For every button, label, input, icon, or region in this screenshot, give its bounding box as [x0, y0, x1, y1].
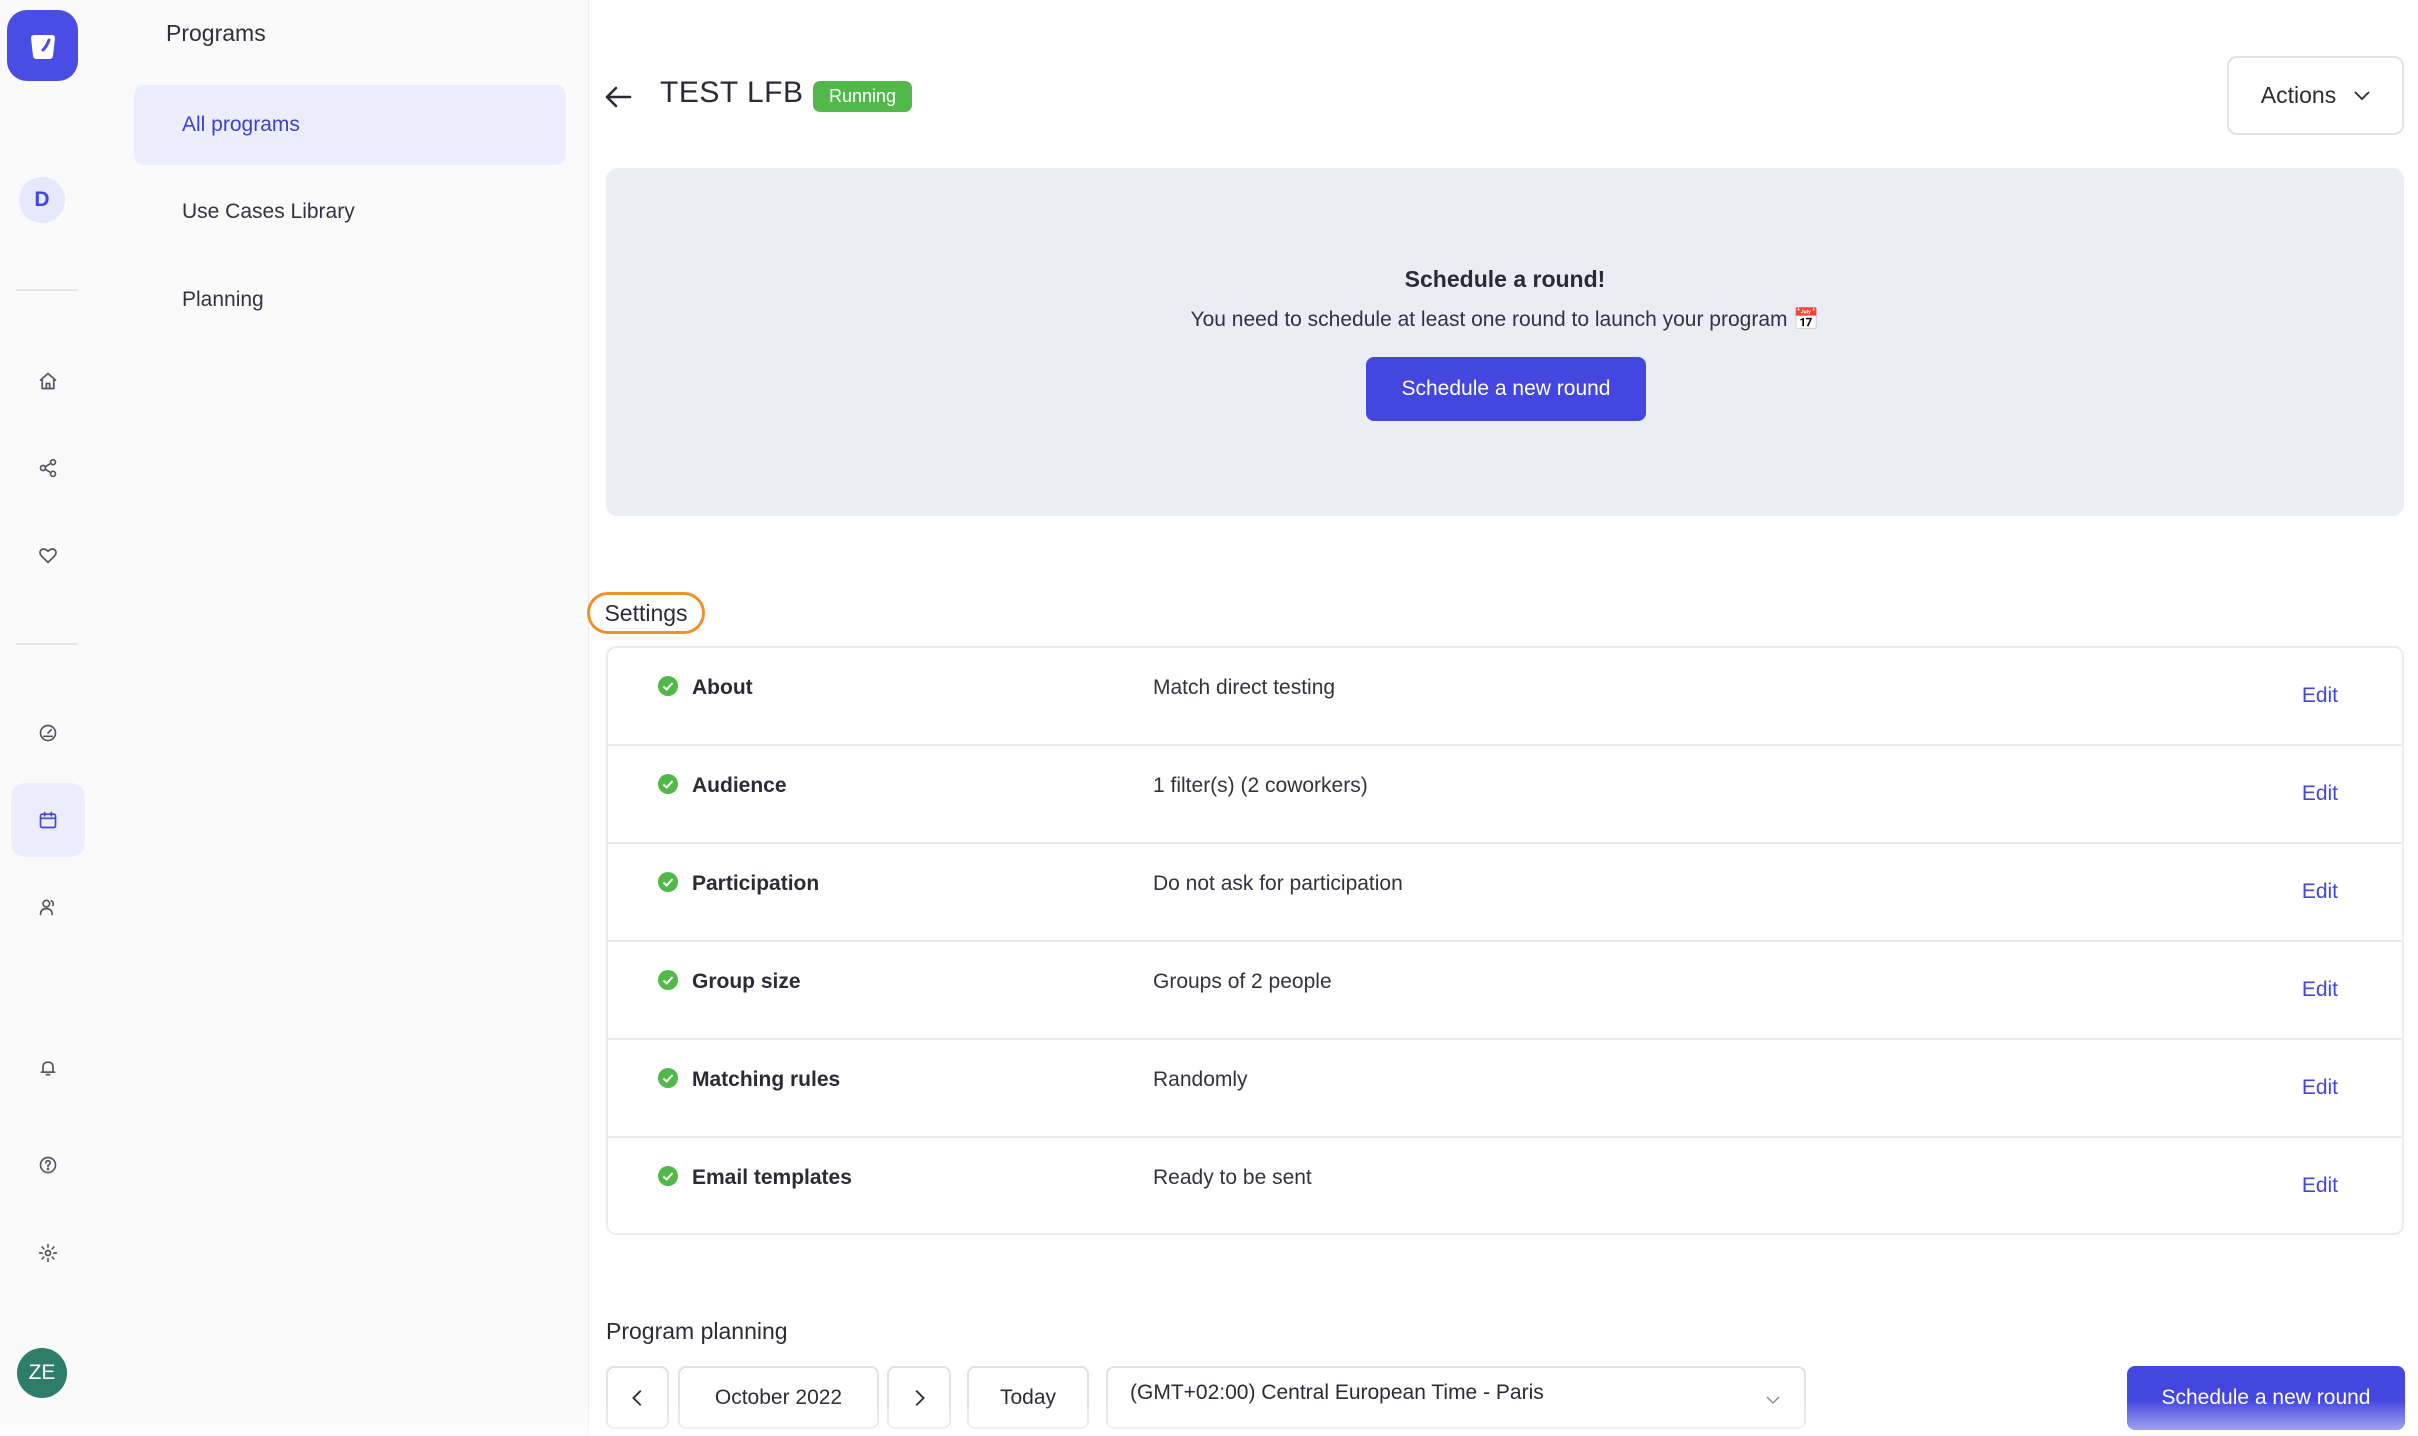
check-circle-icon — [658, 1068, 678, 1088]
status-badge: Running — [813, 81, 913, 112]
setting-row-about: About Match direct testing Edit — [608, 648, 2402, 746]
cup-logo-icon — [30, 34, 55, 59]
setting-value: Match direct testing — [1153, 676, 1336, 699]
edit-link[interactable]: Edit — [2302, 880, 2338, 904]
prev-month-button[interactable] — [606, 1366, 669, 1429]
edit-link[interactable]: Edit — [2302, 1076, 2338, 1100]
chevron-down-icon — [2354, 90, 2370, 100]
setting-name: Audience — [692, 774, 787, 797]
chevron-down-icon — [1766, 1396, 1780, 1405]
home-icon — [39, 372, 57, 390]
banner-title: Schedule a round! — [1404, 266, 1606, 292]
rail-settings[interactable] — [11, 1216, 85, 1290]
setting-value: Groups of 2 people — [1153, 970, 1332, 993]
setting-row-email-templates: Email templates Ready to be sent Edit — [608, 1138, 2402, 1236]
nav-item-all-programs[interactable]: All programs — [134, 85, 566, 165]
check-circle-icon — [658, 872, 678, 892]
nav-item-planning[interactable]: Planning — [134, 260, 566, 340]
rail-people[interactable] — [11, 870, 85, 944]
setting-name: Email templates — [692, 1166, 852, 1189]
timezone-select[interactable]: (GMT+02:00) Central European Time - Pari… — [1106, 1366, 1806, 1429]
today-button[interactable]: Today — [967, 1366, 1089, 1429]
app-logo[interactable] — [7, 10, 78, 81]
rail-divider — [16, 643, 78, 645]
programs-panel: Programs All programs Use Cases Library … — [108, 0, 589, 1436]
setting-value: Randomly — [1153, 1068, 1248, 1091]
rail-favorites[interactable] — [11, 518, 85, 592]
rail-divider — [16, 289, 78, 291]
gauge-icon — [39, 724, 57, 742]
setting-value: 1 filter(s) (2 coworkers) — [1153, 774, 1368, 797]
people-icon — [39, 899, 55, 916]
share-icon — [39, 458, 57, 478]
rail-share[interactable] — [11, 431, 85, 505]
banner-text: You need to schedule at least one round … — [1190, 308, 1820, 331]
setting-value: Ready to be sent — [1153, 1166, 1312, 1189]
user-avatar[interactable]: ZE — [17, 1348, 67, 1398]
workspace-avatar[interactable]: D — [19, 177, 65, 223]
setting-row-matching-rules: Matching rules Randomly Edit — [608, 1040, 2402, 1138]
settings-heading-label: Settings — [604, 599, 688, 626]
edit-link[interactable]: Edit — [2302, 684, 2338, 708]
edit-link[interactable]: Edit — [2302, 782, 2338, 806]
settings-list: About Match direct testing Edit Audience… — [606, 646, 2404, 1235]
actions-label: Actions — [2260, 82, 2337, 108]
edit-link[interactable]: Edit — [2302, 1174, 2338, 1198]
setting-row-participation: Participation Do not ask for participati… — [608, 844, 2402, 942]
schedule-round-button-bottom[interactable]: Schedule a new round — [2127, 1366, 2405, 1430]
schedule-round-button[interactable]: Schedule a new round — [1366, 357, 1646, 421]
next-month-button[interactable] — [887, 1366, 951, 1429]
icon-rail: D ZE — [0, 0, 109, 1436]
check-circle-icon — [658, 676, 678, 696]
timezone-value: (GMT+02:00) Central European Time - Pari… — [1130, 1381, 1544, 1404]
setting-name: Group size — [692, 970, 801, 993]
chevron-right-icon — [915, 1389, 925, 1406]
check-circle-icon — [658, 970, 678, 990]
actions-dropdown[interactable]: Actions — [2227, 56, 2404, 135]
setting-name: Participation — [692, 872, 820, 895]
calendar-icon — [39, 811, 57, 829]
nav-item-use-cases-library[interactable]: Use Cases Library — [134, 172, 566, 252]
program-planning-heading: Program planning — [606, 1318, 788, 1344]
edit-link[interactable]: Edit — [2302, 978, 2338, 1002]
rail-analytics[interactable] — [11, 696, 85, 770]
check-circle-icon — [658, 774, 678, 794]
setting-row-group-size: Group size Groups of 2 people Edit — [608, 942, 2402, 1040]
back-arrow-icon[interactable] — [603, 84, 633, 110]
help-icon — [39, 1156, 57, 1174]
settings-heading: Settings — [587, 592, 705, 634]
panel-title: Programs — [166, 20, 266, 46]
setting-name: About — [692, 676, 753, 699]
rail-help[interactable] — [11, 1128, 85, 1202]
setting-row-audience: Audience 1 filter(s) (2 coworkers) Edit — [608, 746, 2402, 844]
schedule-banner: Schedule a round! You need to schedule a… — [606, 168, 2404, 516]
rail-home[interactable] — [11, 344, 85, 418]
bell-icon — [40, 1061, 56, 1076]
month-display[interactable]: October 2022 — [678, 1366, 879, 1429]
rail-programs[interactable] — [11, 783, 85, 857]
check-circle-icon — [658, 1166, 678, 1186]
heart-icon — [39, 548, 57, 564]
settings-icon — [38, 1243, 58, 1263]
page-title: TEST LFB — [660, 76, 804, 109]
rail-notifications[interactable] — [11, 1031, 85, 1105]
setting-name: Matching rules — [692, 1068, 841, 1091]
chevron-left-icon — [631, 1389, 641, 1406]
setting-value: Do not ask for participation — [1153, 872, 1403, 895]
